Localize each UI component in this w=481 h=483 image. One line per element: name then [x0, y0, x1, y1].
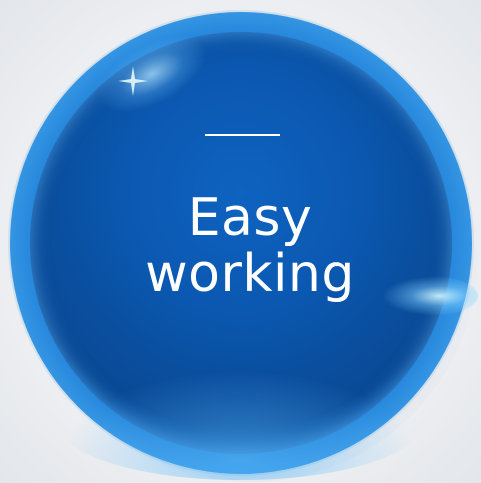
- badge-canvas: Easy working: [0, 0, 481, 483]
- bottom-glow: [60, 370, 420, 480]
- badge-title: Easy working: [100, 190, 400, 302]
- title-divider: [205, 134, 280, 136]
- badge-title-line1: Easy: [187, 188, 313, 248]
- badge-title-line2: working: [145, 244, 355, 304]
- sparkle-icon: [118, 66, 148, 96]
